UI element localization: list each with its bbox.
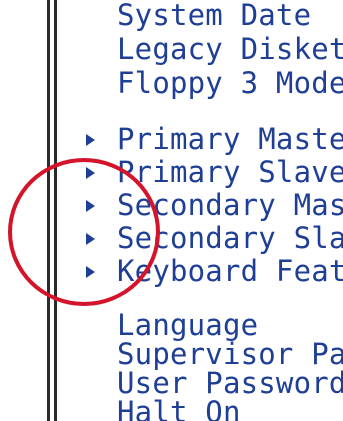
submenu-arrow-icon <box>86 266 95 278</box>
menu-item-keyboard-features[interactable]: Keyboard Featu <box>60 254 343 288</box>
menu-item-legacy-diskette[interactable]: Legacy Diskett <box>60 32 343 66</box>
menu-item-system-date[interactable]: System Date <box>60 0 343 32</box>
menu-item-floppy-3-mode[interactable]: Floppy 3 Mode <box>60 66 343 100</box>
menu-item-primary-master[interactable]: Primary Master <box>60 122 343 156</box>
menu-item-label: Legacy Diskett <box>117 32 343 66</box>
menu-item-primary-slave[interactable]: Primary Slave <box>60 155 343 189</box>
submenu-arrow-icon <box>86 200 95 212</box>
submenu-arrow-icon <box>86 134 95 146</box>
menu-item-label: System Date <box>117 0 312 32</box>
menu-item-label: Halt On <box>117 395 241 421</box>
menu-item-halt-on[interactable]: Halt On <box>60 395 343 421</box>
menu-item-secondary-slave[interactable]: Secondary Slav <box>60 221 343 255</box>
bios-screen: System Date Legacy Diskett Floppy 3 Mode… <box>0 0 343 421</box>
menu-item-secondary-master[interactable]: Secondary Mast <box>60 188 343 222</box>
menu-item-label: Secondary Mast <box>117 188 343 222</box>
menu-item-label: Language <box>117 308 259 342</box>
submenu-arrow-icon <box>86 233 95 245</box>
menu-item-label: Floppy 3 Mode <box>117 66 343 100</box>
menu-item-label: Primary Slave <box>117 155 343 189</box>
menu-item-label: User Password <box>117 366 343 400</box>
menu-item-label: Keyboard Featu <box>117 254 343 288</box>
menu-item-label: Supervisor Pas <box>117 337 343 371</box>
left-frame <box>0 0 54 421</box>
submenu-arrow-icon <box>86 167 95 179</box>
left-frame-border <box>47 0 50 421</box>
menu-item-label: Primary Master <box>117 122 343 156</box>
menu-item-label: Secondary Slav <box>117 221 343 255</box>
